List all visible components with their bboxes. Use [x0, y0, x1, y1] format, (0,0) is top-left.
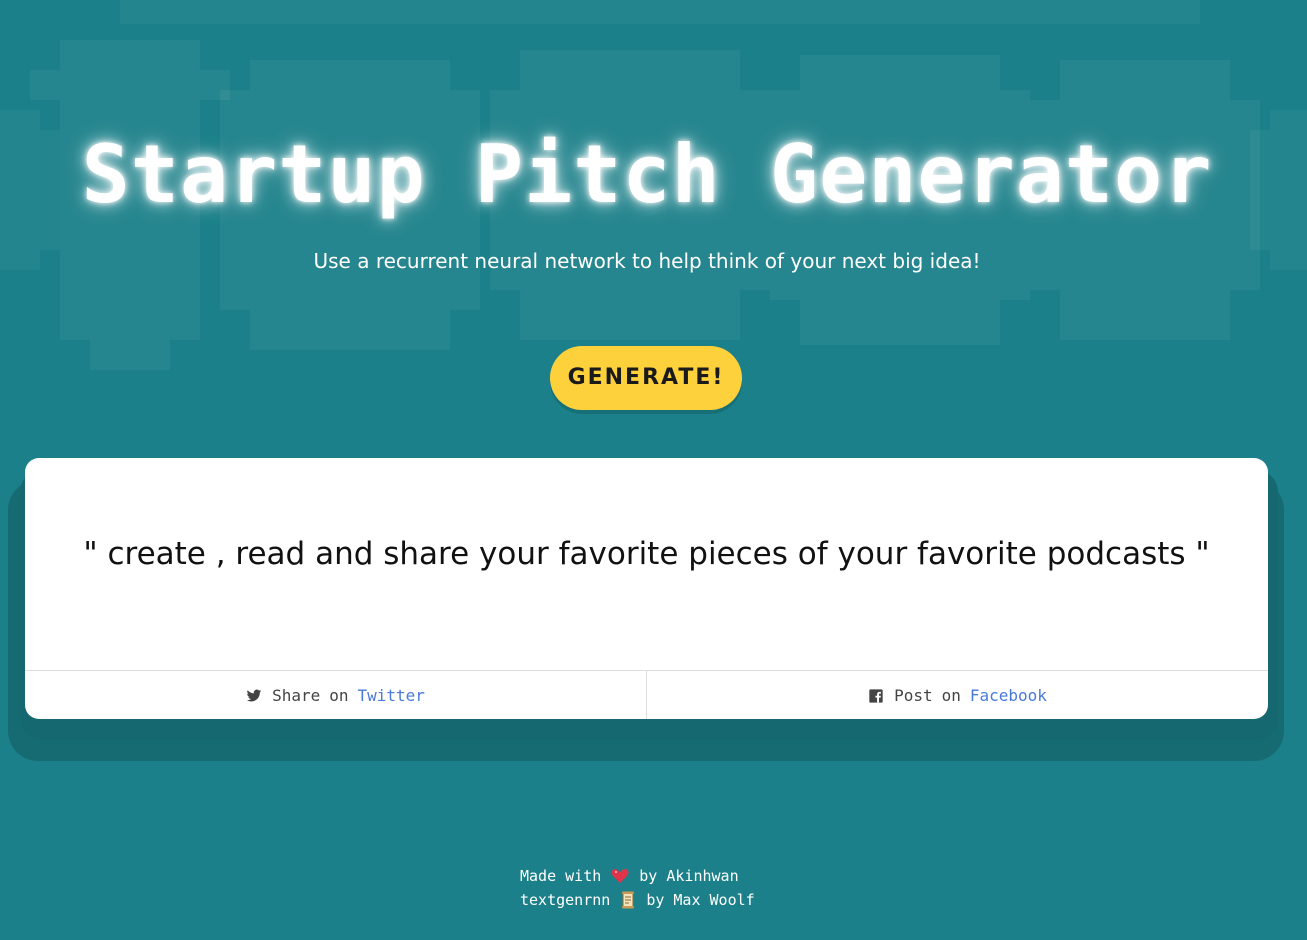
- footer-line-credit: Made with by Akinhwan: [520, 864, 755, 888]
- footer-line-library: textgenrnn by Max Woolf: [520, 888, 755, 912]
- footer-library-name: textgenrnn: [520, 891, 611, 909]
- facebook-post-label: Post: [894, 686, 933, 705]
- share-twitter-button[interactable]: Share on Twitter: [25, 671, 646, 719]
- twitter-on-label: on: [329, 686, 349, 705]
- twitter-share-label: Share: [272, 686, 321, 705]
- footer-made-with: Made with: [520, 867, 602, 885]
- page-title: Startup Pitch Generator: [81, 128, 1213, 221]
- twitter-link[interactable]: Twitter: [358, 686, 425, 705]
- facebook-icon: [868, 688, 884, 704]
- share-row: Share on Twitter Post on Facebook: [25, 670, 1268, 719]
- twitter-icon: [246, 688, 262, 704]
- pitch-text: " create , read and share your favorite …: [83, 536, 1210, 572]
- footer-library-author: by Max Woolf: [646, 891, 755, 909]
- generate-button[interactable]: GENERATE!: [550, 346, 742, 410]
- pitch-card: " create , read and share your favorite …: [25, 458, 1268, 719]
- footer-author: by Akinhwan: [639, 867, 739, 885]
- heart-icon: [611, 868, 629, 884]
- footer: Made with by Akinhwan textgenrnn by Max …: [520, 864, 755, 912]
- facebook-on-label: on: [941, 686, 961, 705]
- page-subtitle: Use a recurrent neural network to help t…: [313, 249, 981, 273]
- share-facebook-button[interactable]: Post on Facebook: [646, 671, 1268, 719]
- scroll-icon: [620, 891, 636, 909]
- facebook-link[interactable]: Facebook: [970, 686, 1047, 705]
